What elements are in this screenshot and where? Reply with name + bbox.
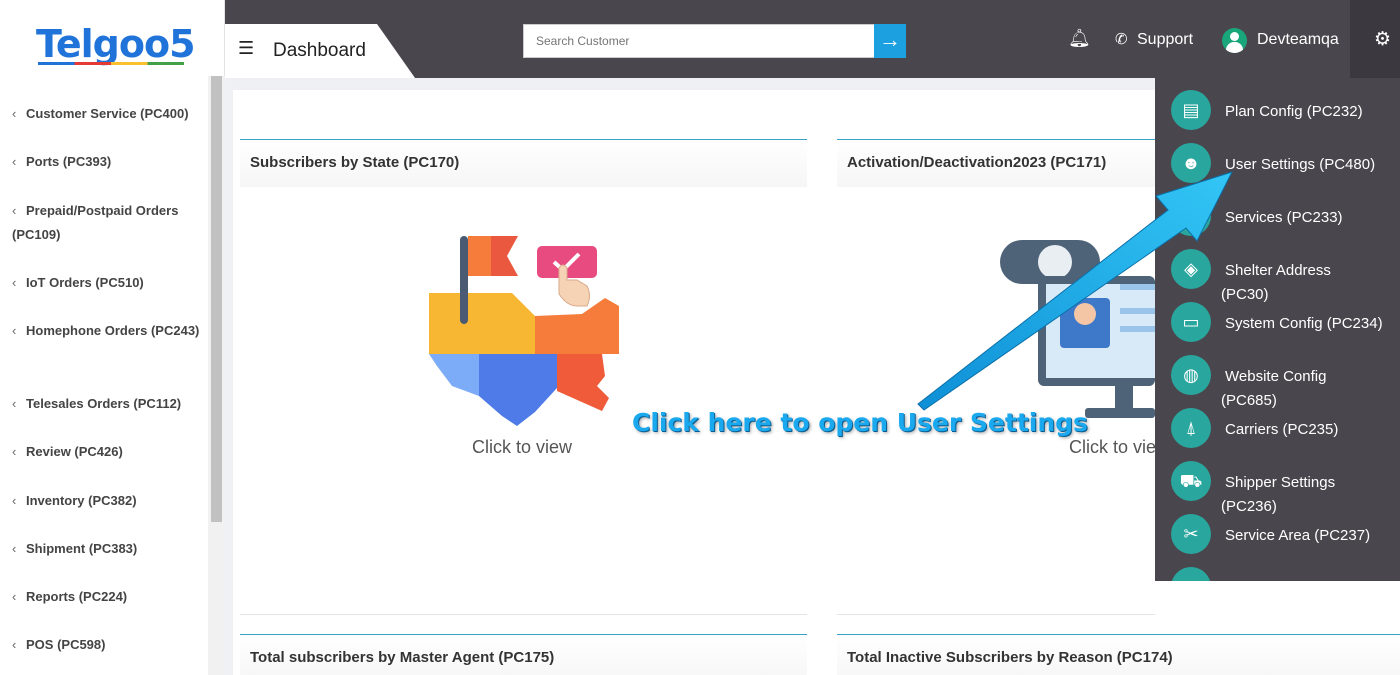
user-gear-icon: ☻: [1171, 143, 1211, 183]
sidebar-item-label: Reports (PC224): [26, 589, 128, 604]
sidebar-item-label: Prepaid/Postpaid Orders (PC109): [12, 203, 179, 242]
menu-item-label: Services (PC233): [1225, 209, 1343, 226]
settings-dropdown-menu: ▤ Plan Config (PC232) ☻ User Settings (P…: [1155, 78, 1400, 581]
avatar[interactable]: [1222, 28, 1247, 53]
chevron-left-icon: ‹: [12, 444, 17, 459]
menu-item-label: Service Area (PC237): [1225, 527, 1371, 544]
chevron-left-icon: ‹: [12, 637, 17, 652]
chevron-left-icon: ‹: [12, 541, 17, 556]
card-title-subscribers-by-master-agent: Total subscribers by Master Agent (PC175…: [250, 649, 555, 666]
sidebar-item-iot-orders[interactable]: ‹ IoT Orders (PC510): [12, 271, 202, 295]
card-title-inactive-subscribers-by-reason: Total Inactive Subscribers by Reason (PC…: [847, 649, 1173, 666]
sidebar-item-shipment[interactable]: ‹ Shipment (PC383): [12, 537, 202, 561]
monitor-icon: ▭: [1171, 302, 1211, 342]
menu-item-plan-config[interactable]: ▤ Plan Config (PC232): [1155, 78, 1400, 130]
username[interactable]: Devteamqa: [1257, 31, 1339, 49]
telgoo5-logo[interactable]: Telgoo5: [36, 22, 196, 68]
chevron-left-icon: ‹: [12, 396, 17, 411]
click-to-view-link[interactable]: Click to view: [1069, 437, 1155, 458]
card-top-border: [837, 139, 1155, 140]
sidebar-item-label: Review (PC426): [26, 444, 123, 459]
sidebar-item-label: Homephone Orders (PC243): [26, 323, 200, 338]
menu-item-services[interactable]: ✚ Services (PC233): [1155, 184, 1400, 236]
tools-icon: ✂: [1171, 514, 1211, 554]
chevron-left-icon: ‹: [12, 493, 17, 508]
sidebar-item-label: Telesales Orders (PC112): [26, 396, 182, 411]
menu-item-user-settings[interactable]: ☻ User Settings (PC480): [1155, 131, 1400, 183]
services-icon: ✚: [1171, 196, 1211, 236]
logo-text: Telgoo5: [36, 22, 196, 66]
sidebar-item-pos[interactable]: ‹ POS (PC598): [12, 633, 202, 657]
truck-icon: ⛟: [1171, 461, 1211, 501]
page-title: Dashboard: [273, 40, 366, 61]
sidebar-item-inventory[interactable]: ‹ Inventory (PC382): [12, 489, 202, 513]
sidebar-item-review[interactable]: ‹ Review (PC426): [12, 440, 202, 464]
card-title-subscribers-by-state: Subscribers by State (PC170): [250, 154, 460, 171]
card-top-border: [837, 634, 1400, 635]
hamburger-menu-icon[interactable]: ☰: [238, 38, 254, 59]
sidebar-item-label: IoT Orders (PC510): [26, 275, 144, 290]
chevron-left-icon: ‹: [12, 275, 17, 290]
globe-icon: ◍: [1171, 355, 1211, 395]
menu-item-label: Carriers (PC235): [1225, 421, 1339, 438]
menu-item-partial[interactable]: ⌖: [1155, 555, 1400, 581]
menu-item-label-line1: Shipper Settings: [1225, 474, 1336, 491]
location-pin-icon: ⌖: [1171, 567, 1211, 581]
menu-item-label-line1: Shelter Address: [1225, 262, 1331, 279]
search-submit-button[interactable]: →: [874, 24, 906, 58]
arrow-right-icon: →: [879, 27, 901, 52]
map-icon: ◈: [1171, 249, 1211, 289]
chevron-left-icon: ‹: [12, 154, 17, 169]
menu-item-website-config[interactable]: ◍ Website Config (PC685): [1155, 343, 1400, 409]
card-top-border: [240, 634, 807, 635]
sidebar-item-label: Inventory (PC382): [26, 493, 137, 508]
menu-item-carriers[interactable]: ⍋ Carriers (PC235): [1155, 396, 1400, 448]
us-map-illustration[interactable]: [427, 236, 622, 431]
menu-item-system-config[interactable]: ▭ System Config (PC234): [1155, 290, 1400, 342]
card-top-border: [240, 139, 807, 140]
menu-item-label-line1: Website Config: [1225, 368, 1327, 385]
support-link[interactable]: Support: [1137, 31, 1193, 49]
sidebar-item-label: POS (PC598): [26, 637, 106, 652]
menu-item-shipper-settings[interactable]: ⛟ Shipper Settings (PC236): [1155, 449, 1400, 515]
click-to-view-link[interactable]: Click to view: [472, 437, 572, 458]
chevron-left-icon: ‹: [12, 106, 17, 121]
chevron-left-icon: ‹: [12, 203, 17, 218]
sidebar: Telgoo5 ‹ Customer Service (PC400) ‹ Ports…: [0, 0, 225, 675]
gear-icon[interactable]: ⚙: [1374, 28, 1391, 51]
search-customer-input[interactable]: [523, 24, 875, 58]
tower-icon: ⍋: [1171, 408, 1211, 448]
chevron-left-icon: ‹: [12, 323, 17, 338]
monitor-profile-illustration[interactable]: [1000, 236, 1155, 426]
phone-icon: ✆: [1115, 31, 1128, 48]
sidebar-item-label: Ports (PC393): [26, 154, 112, 169]
sidebar-item-customer-service[interactable]: ‹ Customer Service (PC400): [12, 102, 202, 126]
bell-icon[interactable]: 🔔︎: [1068, 28, 1091, 49]
sidebar-item-label: Shipment (PC383): [26, 541, 138, 556]
sidebar-item-prepaid-postpaid-orders[interactable]: ‹ Prepaid/Postpaid Orders (PC109): [12, 199, 202, 247]
sidebar-item-telesales-orders[interactable]: ‹ Telesales Orders (PC112): [12, 392, 202, 416]
sidebar-item-ports[interactable]: ‹ Ports (PC393): [12, 150, 202, 174]
sidebar-item-label: Customer Service (PC400): [26, 106, 189, 121]
card-divider: [837, 614, 1155, 615]
sidebar-item-reports[interactable]: ‹ Reports (PC224): [12, 585, 202, 609]
menu-item-label: System Config (PC234): [1225, 315, 1383, 332]
chevron-left-icon: ‹: [12, 589, 17, 604]
sidebar-scrollbar-thumb[interactable]: [211, 76, 222, 522]
menu-item-service-area[interactable]: ✂ Service Area (PC237): [1155, 502, 1400, 554]
annotation-callout: Click here to open User Settings: [632, 408, 1088, 437]
card-divider: [240, 614, 807, 615]
logo-underline: [38, 62, 184, 65]
sidebar-item-homephone-orders[interactable]: ‹ Homephone Orders (PC243): [12, 319, 202, 343]
menu-item-label: Plan Config (PC232): [1225, 103, 1363, 120]
card-title-activation-deactivation: Activation/Deactivation2023 (PC171): [847, 154, 1107, 171]
menu-item-shelter-address[interactable]: ◈ Shelter Address (PC30): [1155, 237, 1400, 303]
menu-item-label: User Settings (PC480): [1225, 156, 1376, 173]
clipboard-icon: ▤: [1171, 90, 1211, 130]
